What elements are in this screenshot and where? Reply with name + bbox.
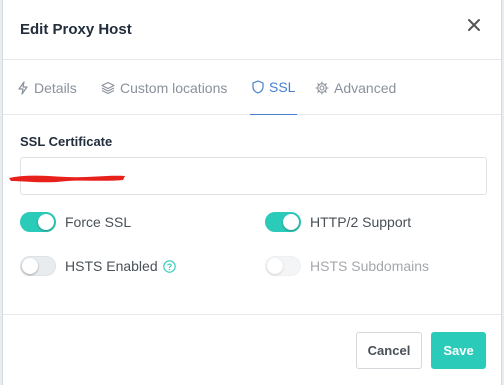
hsts-subdomains-label: HSTS Subdomains (310, 258, 430, 274)
switch-knob (22, 258, 38, 274)
ssl-certificate-label: SSL Certificate (20, 134, 113, 149)
tab-custom-locations-label: Custom locations (120, 79, 228, 96)
ssl-certificate-select[interactable] (9, 157, 487, 195)
help-icon[interactable] (162, 259, 176, 273)
tab-advanced-label: Advanced (334, 79, 397, 96)
force-ssl-toggle[interactable]: Force SSL (20, 212, 131, 232)
force-ssl-label: Force SSL (65, 214, 132, 230)
http2-support-label: HTTP/2 Support (310, 214, 412, 230)
hsts-subdomains-switch[interactable] (265, 256, 301, 276)
edit-proxy-host-dialog: Edit Proxy Host Details Custom locations (2, 0, 502, 385)
switch-knob (267, 258, 283, 274)
http2-support-switch[interactable] (265, 212, 301, 232)
redaction-mark (9, 175, 125, 183)
hsts-enabled-toggle[interactable]: HSTS Enabled (20, 256, 176, 276)
switch-knob (283, 214, 299, 230)
gear-icon (315, 80, 329, 95)
tab-custom-locations[interactable]: Custom locations (101, 60, 227, 115)
hsts-enabled-label: HSTS Enabled (65, 258, 158, 274)
http2-support-toggle[interactable]: HTTP/2 Support (265, 212, 411, 232)
tab-ssl-label: SSL (269, 79, 296, 95)
switch-knob (38, 214, 54, 230)
shield-icon (252, 80, 264, 94)
tab-ssl[interactable]: SSL (250, 60, 298, 115)
dialog-header: Edit Proxy Host (3, 0, 501, 60)
layers-icon (101, 81, 115, 94)
dialog-footer: Cancel Save (3, 314, 501, 385)
tab-details[interactable]: Details (17, 60, 77, 115)
tab-details-label: Details (34, 79, 77, 96)
hsts-subdomains-toggle[interactable]: HSTS Subdomains (265, 256, 429, 276)
hsts-enabled-switch[interactable] (20, 256, 56, 276)
save-button[interactable]: Save (431, 332, 486, 369)
cancel-button[interactable]: Cancel (356, 332, 422, 369)
dialog-title: Edit Proxy Host (20, 21, 132, 38)
tab-advanced[interactable]: Advanced (315, 60, 396, 115)
tab-bar: Details Custom locations SSL Advanced (3, 60, 501, 115)
bolt-icon (18, 80, 28, 95)
close-icon[interactable] (467, 18, 481, 32)
force-ssl-switch[interactable] (20, 212, 56, 232)
